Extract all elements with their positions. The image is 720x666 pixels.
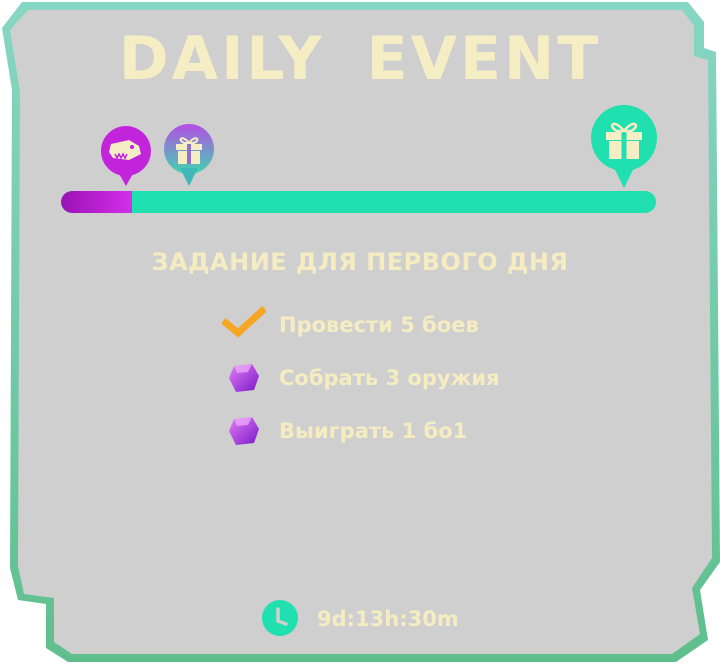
purple-gem-icon [226,415,262,451]
task-label: Выиграть 1 бо1 [279,419,468,443]
task-item: Провести 5 боев [0,305,720,345]
event-title: DAILY EVENT [118,24,602,94]
clock-icon [262,600,298,640]
milestone-dino[interactable] [99,124,153,194]
event-progress-bar [61,191,656,213]
milestone-final-gift[interactable] [590,104,658,194]
task-item: Выиграть 1 бо1 [0,411,720,451]
checkmark-icon [221,305,267,345]
event-progress-fill [61,191,133,213]
task-label: Провести 5 боев [279,313,479,337]
task-label: Собрать 3 оружия [279,366,500,390]
milestone-gift-1[interactable] [162,122,216,194]
timer-remaining: 9d:13h:30m [317,607,459,631]
task-item: Собрать 3 оружия [0,358,720,398]
tasks-heading: ЗАДАНИЕ ДЛЯ ПЕРВОГО ДНЯ [151,248,569,276]
purple-gem-icon [226,362,262,398]
